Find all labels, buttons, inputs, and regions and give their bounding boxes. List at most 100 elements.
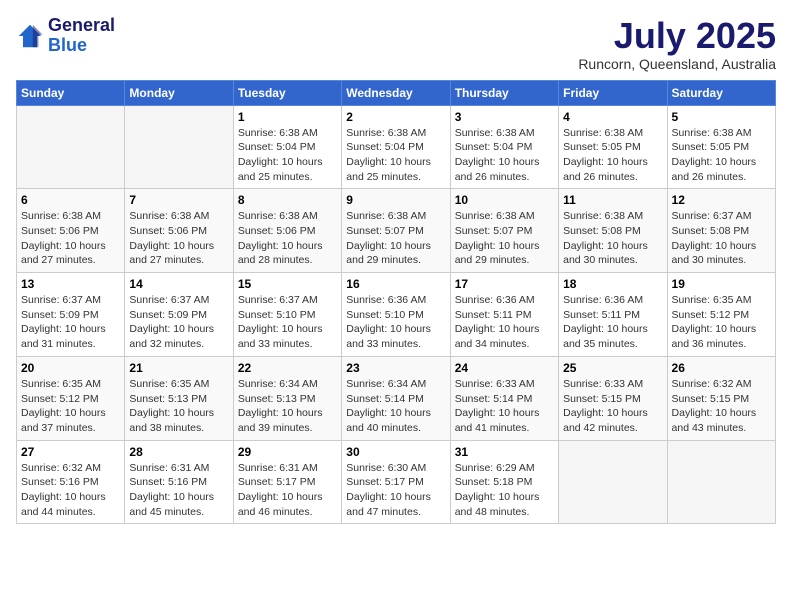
calendar-cell: 15 Sunrise: 6:37 AM Sunset: 5:10 PM Dayli… (233, 273, 341, 357)
calendar-cell: 20 Sunrise: 6:35 AM Sunset: 5:12 PM Dayli… (17, 356, 125, 440)
day-number: 5 (672, 110, 771, 124)
day-number: 11 (563, 193, 662, 207)
weekday-header-friday: Friday (559, 80, 667, 105)
week-row-1: 1Sunrise: 6:38 AM Sunset: 5:04 PM Daylig… (17, 105, 776, 189)
calendar-cell: 4 Sunrise: 6:38 AM Sunset: 5:05 PM Daylig… (559, 105, 667, 189)
calendar-cell: 13 Sunrise: 6:37 AM Sunset: 5:09 PM Dayli… (17, 273, 125, 357)
day-number: 29 (238, 445, 337, 459)
calendar-cell: 17Sunrise: 6:36 AM Sunset: 5:11 PM Dayli… (450, 273, 558, 357)
day-info: Sunrise: 6:36 AM Sunset: 5:11 PM Dayligh… (455, 293, 554, 352)
day-info: Sunrise: 6:38 AM Sunset: 5:06 PM Dayligh… (129, 209, 228, 268)
day-info: Sunrise: 6:37 AM Sunset: 5:10 PM Dayligh… (238, 293, 337, 352)
calendar-cell: 23 Sunrise: 6:34 AM Sunset: 5:14 PM Dayli… (342, 356, 450, 440)
day-info: Sunrise: 6:38 AM Sunset: 5:05 PM Dayligh… (672, 126, 771, 185)
day-info: Sunrise: 6:31 AM Sunset: 5:16 PM Dayligh… (129, 461, 228, 520)
calendar-cell: 7 Sunrise: 6:38 AM Sunset: 5:06 PM Daylig… (125, 189, 233, 273)
weekday-header-row: SundayMondayTuesdayWednesdayThursdayFrid… (17, 80, 776, 105)
calendar-cell: 6Sunrise: 6:38 AM Sunset: 5:06 PM Daylig… (17, 189, 125, 273)
calendar-cell: 2 Sunrise: 6:38 AM Sunset: 5:04 PM Daylig… (342, 105, 450, 189)
calendar-cell: 16Sunrise: 6:36 AM Sunset: 5:10 PM Dayli… (342, 273, 450, 357)
week-row-5: 27Sunrise: 6:32 AM Sunset: 5:16 PM Dayli… (17, 440, 776, 524)
calendar-cell: 26Sunrise: 6:32 AM Sunset: 5:15 PM Dayli… (667, 356, 775, 440)
day-info: Sunrise: 6:35 AM Sunset: 5:13 PM Dayligh… (129, 377, 228, 436)
day-number: 30 (346, 445, 445, 459)
day-number: 10 (455, 193, 554, 207)
calendar-cell: 3 Sunrise: 6:38 AM Sunset: 5:04 PM Daylig… (450, 105, 558, 189)
day-number: 25 (563, 361, 662, 375)
calendar-cell: 19 Sunrise: 6:35 AM Sunset: 5:12 PM Dayli… (667, 273, 775, 357)
day-number: 2 (346, 110, 445, 124)
day-info: Sunrise: 6:38 AM Sunset: 5:04 PM Dayligh… (346, 126, 445, 185)
day-number: 31 (455, 445, 554, 459)
calendar-cell: 31 Sunrise: 6:29 AM Sunset: 5:18 PM Dayli… (450, 440, 558, 524)
title-block: July 2025 Runcorn, Queensland, Australia (578, 16, 776, 72)
day-info: Sunrise: 6:33 AM Sunset: 5:15 PM Dayligh… (563, 377, 662, 436)
day-info: Sunrise: 6:36 AM Sunset: 5:10 PM Dayligh… (346, 293, 445, 352)
weekday-header-wednesday: Wednesday (342, 80, 450, 105)
day-info: Sunrise: 6:35 AM Sunset: 5:12 PM Dayligh… (21, 377, 120, 436)
day-info: Sunrise: 6:38 AM Sunset: 5:06 PM Dayligh… (238, 209, 337, 268)
day-number: 24 (455, 361, 554, 375)
calendar-cell: 25 Sunrise: 6:33 AM Sunset: 5:15 PM Dayli… (559, 356, 667, 440)
day-number: 7 (129, 193, 228, 207)
day-number: 20 (21, 361, 120, 375)
location-subtitle: Runcorn, Queensland, Australia (578, 56, 776, 72)
day-number: 13 (21, 277, 120, 291)
day-info: Sunrise: 6:30 AM Sunset: 5:17 PM Dayligh… (346, 461, 445, 520)
logo-text-general: General (48, 16, 115, 36)
day-number: 4 (563, 110, 662, 124)
month-title: July 2025 (578, 16, 776, 56)
calendar-cell: 14 Sunrise: 6:37 AM Sunset: 5:09 PM Dayli… (125, 273, 233, 357)
day-number: 8 (238, 193, 337, 207)
day-info: Sunrise: 6:36 AM Sunset: 5:11 PM Dayligh… (563, 293, 662, 352)
week-row-2: 6Sunrise: 6:38 AM Sunset: 5:06 PM Daylig… (17, 189, 776, 273)
weekday-header-sunday: Sunday (17, 80, 125, 105)
calendar-cell (667, 440, 775, 524)
day-info: Sunrise: 6:38 AM Sunset: 5:07 PM Dayligh… (455, 209, 554, 268)
calendar-cell: 22 Sunrise: 6:34 AM Sunset: 5:13 PM Dayli… (233, 356, 341, 440)
day-info: Sunrise: 6:31 AM Sunset: 5:17 PM Dayligh… (238, 461, 337, 520)
day-number: 19 (672, 277, 771, 291)
day-info: Sunrise: 6:37 AM Sunset: 5:09 PM Dayligh… (21, 293, 120, 352)
day-number: 14 (129, 277, 228, 291)
day-info: Sunrise: 6:38 AM Sunset: 5:08 PM Dayligh… (563, 209, 662, 268)
calendar-cell: 27Sunrise: 6:32 AM Sunset: 5:16 PM Dayli… (17, 440, 125, 524)
calendar-cell: 21 Sunrise: 6:35 AM Sunset: 5:13 PM Dayli… (125, 356, 233, 440)
day-number: 18 (563, 277, 662, 291)
day-info: Sunrise: 6:38 AM Sunset: 5:05 PM Dayligh… (563, 126, 662, 185)
day-number: 15 (238, 277, 337, 291)
calendar-cell: 8 Sunrise: 6:38 AM Sunset: 5:06 PM Daylig… (233, 189, 341, 273)
calendar-cell (125, 105, 233, 189)
day-info: Sunrise: 6:38 AM Sunset: 5:04 PM Dayligh… (455, 126, 554, 185)
day-info: Sunrise: 6:35 AM Sunset: 5:12 PM Dayligh… (672, 293, 771, 352)
day-info: Sunrise: 6:38 AM Sunset: 5:07 PM Dayligh… (346, 209, 445, 268)
day-number: 28 (129, 445, 228, 459)
day-number: 22 (238, 361, 337, 375)
day-number: 12 (672, 193, 771, 207)
calendar-cell: 18 Sunrise: 6:36 AM Sunset: 5:11 PM Dayli… (559, 273, 667, 357)
day-info: Sunrise: 6:29 AM Sunset: 5:18 PM Dayligh… (455, 461, 554, 520)
week-row-4: 20 Sunrise: 6:35 AM Sunset: 5:12 PM Dayli… (17, 356, 776, 440)
calendar-cell: 1Sunrise: 6:38 AM Sunset: 5:04 PM Daylig… (233, 105, 341, 189)
calendar-cell: 9 Sunrise: 6:38 AM Sunset: 5:07 PM Daylig… (342, 189, 450, 273)
day-info: Sunrise: 6:37 AM Sunset: 5:08 PM Dayligh… (672, 209, 771, 268)
day-number: 23 (346, 361, 445, 375)
day-info: Sunrise: 6:34 AM Sunset: 5:14 PM Dayligh… (346, 377, 445, 436)
day-info: Sunrise: 6:33 AM Sunset: 5:14 PM Dayligh… (455, 377, 554, 436)
logo-text-blue: Blue (48, 36, 115, 56)
calendar-cell (559, 440, 667, 524)
day-info: Sunrise: 6:38 AM Sunset: 5:04 PM Dayligh… (238, 126, 337, 185)
day-info: Sunrise: 6:34 AM Sunset: 5:13 PM Dayligh… (238, 377, 337, 436)
day-number: 26 (672, 361, 771, 375)
page-header: General Blue July 2025 Runcorn, Queensla… (16, 16, 776, 72)
weekday-header-tuesday: Tuesday (233, 80, 341, 105)
calendar-cell: 11 Sunrise: 6:38 AM Sunset: 5:08 PM Dayli… (559, 189, 667, 273)
day-number: 9 (346, 193, 445, 207)
calendar-cell: 5 Sunrise: 6:38 AM Sunset: 5:05 PM Daylig… (667, 105, 775, 189)
calendar-cell: 30 Sunrise: 6:30 AM Sunset: 5:17 PM Dayli… (342, 440, 450, 524)
day-number: 21 (129, 361, 228, 375)
day-info: Sunrise: 6:37 AM Sunset: 5:09 PM Dayligh… (129, 293, 228, 352)
day-number: 27 (21, 445, 120, 459)
day-number: 3 (455, 110, 554, 124)
logo-icon (16, 22, 44, 50)
